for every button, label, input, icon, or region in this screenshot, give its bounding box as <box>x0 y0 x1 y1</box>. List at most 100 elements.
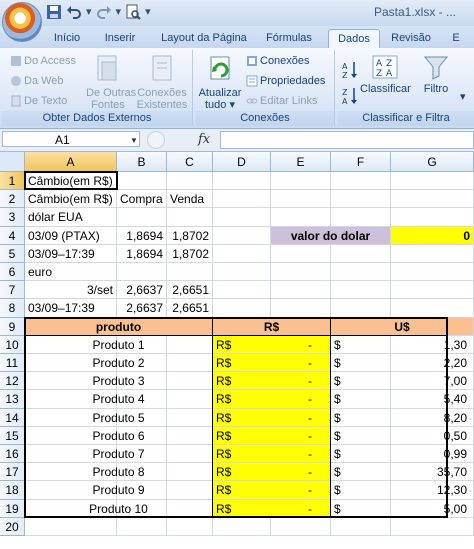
column-header-d[interactable]: D <box>213 152 271 172</box>
formula-expand-handle[interactable] <box>147 131 165 149</box>
tab-revisao[interactable]: Revisão <box>388 29 434 48</box>
table-cell-us-symbol[interactable]: $7,00 <box>331 372 473 389</box>
filter-button[interactable]: Filtro <box>418 54 454 95</box>
connections-button[interactable]: Conexões <box>246 55 310 67</box>
tab-exibicao[interactable]: E <box>446 29 466 48</box>
cell-b5[interactable]: 1,8694 <box>117 245 166 262</box>
table-cell-rs-symbol[interactable]: R$ - <box>213 335 330 353</box>
cell-c2[interactable]: Venda <box>167 190 212 207</box>
table-cell-us-symbol[interactable]: $12,30 <box>331 481 473 498</box>
refresh-all-button[interactable]: Atualizar tudo ▾ <box>198 54 242 111</box>
column-header-e[interactable]: E <box>271 152 331 172</box>
row-header-9[interactable]: 9 <box>0 317 25 336</box>
from-web-button[interactable]: Da Web <box>10 75 64 87</box>
name-box-dropdown-icon[interactable]: ▼ <box>130 136 138 145</box>
select-all-corner[interactable] <box>0 152 25 172</box>
row-header-15[interactable]: 15 <box>0 426 25 445</box>
table-header-us[interactable]: U$ <box>331 317 473 335</box>
row-header-8[interactable]: 8 <box>0 299 25 318</box>
column-header-f[interactable]: F <box>331 152 391 172</box>
row-header-14[interactable]: 14 <box>0 408 25 427</box>
cell-a5[interactable]: 03/09–17:39 <box>25 245 116 262</box>
undo-dropdown-icon[interactable]: ▾ <box>86 4 92 20</box>
tab-dados[interactable]: Dados <box>328 29 380 49</box>
row-header-7[interactable]: 7 <box>0 281 25 300</box>
row-header-19[interactable]: 19 <box>0 499 25 518</box>
cell-a3[interactable]: dólar EUA <box>25 208 116 225</box>
table-cell-us-symbol[interactable]: $1,30 <box>331 336 473 353</box>
cell-b4[interactable]: 1,8694 <box>117 227 166 244</box>
table-cell-rs-symbol[interactable]: R$ - <box>213 481 330 499</box>
tab-formulas[interactable]: Fórmulas <box>262 29 316 48</box>
cell-a6[interactable]: euro <box>25 263 116 280</box>
row-header-12[interactable]: 12 <box>0 372 25 391</box>
table-cell-produto[interactable]: Produto 9 <box>25 481 212 498</box>
column-header-a[interactable]: A <box>25 152 117 172</box>
chevron-down-icon[interactable]: ▾ <box>145 4 151 20</box>
from-access-button[interactable]: Do Access <box>10 55 76 67</box>
row-header-11[interactable]: 11 <box>0 354 25 373</box>
table-cell-produto[interactable]: Produto 6 <box>25 427 212 444</box>
undo-icon[interactable] <box>66 4 82 20</box>
row-header-6[interactable]: 6 <box>0 263 25 282</box>
cell-c8[interactable]: 2,6651 <box>167 299 212 316</box>
cell-b8[interactable]: 2,6637 <box>117 299 166 316</box>
cell-c5[interactable]: 1,8702 <box>167 245 212 262</box>
table-cell-produto[interactable]: Produto 7 <box>25 445 212 462</box>
cell-b2[interactable]: Compra <box>117 190 166 207</box>
table-cell-us-symbol[interactable]: $35,70 <box>331 463 473 480</box>
redo-icon[interactable] <box>96 4 112 20</box>
row-header-1[interactable]: 1 <box>0 172 25 191</box>
existing-connections-button[interactable]: Conexões Existentes <box>136 54 188 111</box>
table-cell-rs-symbol[interactable]: R$ - <box>213 499 330 517</box>
table-cell-us-symbol[interactable]: $8,20 <box>331 409 473 426</box>
tab-inicio[interactable]: Início <box>50 29 84 48</box>
column-header-b[interactable]: B <box>117 152 167 172</box>
row-header-17[interactable]: 17 <box>0 463 25 482</box>
row-header-4[interactable]: 4 <box>0 226 25 245</box>
table-cell-produto[interactable]: Produto 4 <box>25 390 212 407</box>
clear-button[interactable]: ▾ <box>460 90 466 103</box>
table-cell-produto[interactable]: Produto 2 <box>25 354 212 371</box>
table-cell-us-symbol[interactable]: $2,20 <box>331 354 473 371</box>
table-cell-produto[interactable]: Produto 10 <box>25 500 212 517</box>
table-cell-rs-symbol[interactable]: R$ - <box>213 408 330 426</box>
cell-a8[interactable]: 03/09–17:39 <box>25 299 116 316</box>
name-box[interactable]: A1 <box>2 131 140 147</box>
sort-button[interactable]: AZZA Classificar <box>360 54 411 95</box>
table-header-rs[interactable]: R$ <box>213 317 330 335</box>
table-header-produto[interactable]: produto <box>25 317 212 335</box>
table-cell-produto[interactable]: Produto 1 <box>25 336 212 353</box>
table-cell-rs-symbol[interactable]: R$ - <box>213 372 330 390</box>
cell-c4[interactable]: 1,8702 <box>167 227 212 244</box>
cell-a4[interactable]: 03/09 (PTAX) <box>25 227 116 244</box>
table-cell-rs-symbol[interactable]: R$ - <box>213 463 330 481</box>
row-header-3[interactable]: 3 <box>0 208 25 227</box>
cell-a2[interactable]: Câmbio(em R$) <box>25 190 116 207</box>
print-preview-icon[interactable] <box>125 4 141 20</box>
cell-a1[interactable]: Câmbio(em R$) <box>25 172 116 189</box>
table-cell-produto[interactable]: Produto 5 <box>25 409 212 426</box>
row-header-16[interactable]: 16 <box>0 445 25 464</box>
cell-c7[interactable]: 2,6651 <box>167 281 212 298</box>
column-header-c[interactable]: C <box>167 152 213 172</box>
cell-e4-valor-do-dolar[interactable]: valor do dolar <box>271 226 390 244</box>
row-header-5[interactable]: 5 <box>0 244 25 263</box>
tab-layout-da-pagina[interactable]: Layout da Página <box>158 29 250 48</box>
table-cell-us-symbol[interactable]: $0,99 <box>331 445 473 462</box>
table-cell-produto[interactable]: Produto 8 <box>25 463 212 480</box>
sort-az-button[interactable]: AZ <box>342 60 358 83</box>
save-icon[interactable] <box>46 4 62 20</box>
office-button[interactable] <box>2 2 42 42</box>
table-cell-rs-symbol[interactable]: R$ - <box>213 354 330 372</box>
row-header-18[interactable]: 18 <box>0 481 25 500</box>
table-cell-rs-symbol[interactable]: R$ - <box>213 426 330 444</box>
from-text-button[interactable]: De Texto <box>10 95 67 107</box>
from-other-sources-button[interactable]: De Outras Fontes <box>86 54 136 111</box>
properties-button[interactable]: Propriedades <box>246 75 325 87</box>
cell-a7[interactable]: 3/set <box>25 281 116 298</box>
row-header-10[interactable]: 10 <box>0 335 25 354</box>
tab-inserir[interactable]: Inserir <box>100 29 140 48</box>
cell-b7[interactable]: 2,6637 <box>117 281 166 298</box>
row-header-2[interactable]: 2 <box>0 190 25 209</box>
